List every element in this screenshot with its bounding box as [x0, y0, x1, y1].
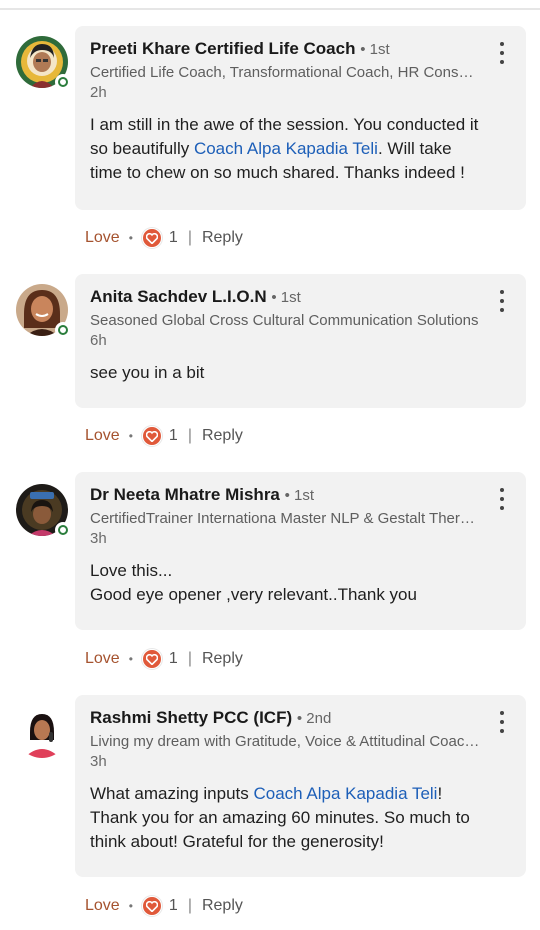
separator-dot: • — [128, 652, 133, 666]
reaction-count[interactable]: 1 — [169, 650, 178, 668]
action-divider: | — [187, 427, 192, 444]
separator-dot: • — [128, 231, 133, 245]
reaction-button[interactable]: Love — [85, 427, 120, 445]
author-headline: CertifiedTrainer Internationa Master NLP… — [90, 510, 480, 527]
comment-time: 2h — [90, 84, 107, 101]
author-name[interactable]: Dr Neeta Mhatre Mishra — [90, 485, 280, 504]
comment-actions: Love • 1 | Reply — [85, 647, 243, 671]
top-divider — [0, 8, 540, 10]
avatar[interactable] — [16, 36, 71, 90]
reply-button[interactable]: Reply — [202, 897, 243, 915]
mention-link[interactable]: Coach Alpa Kapadia Teli — [253, 784, 437, 803]
avatar[interactable] — [16, 484, 71, 538]
comment-text: Love this... Good eye opener ,very relev… — [90, 561, 417, 604]
more-options-icon[interactable] — [492, 290, 512, 312]
reply-button[interactable]: Reply — [202, 650, 243, 668]
comment-bubble: Preeti Khare Certified Life Coach • 1st … — [75, 26, 526, 210]
reaction-count[interactable]: 1 — [169, 229, 178, 247]
connection-degree: • 1st — [271, 289, 301, 306]
avatar[interactable] — [16, 706, 68, 758]
more-options-icon[interactable] — [492, 42, 512, 64]
comment-bubble: Rashmi Shetty PCC (ICF) • 2nd Living my … — [75, 695, 526, 877]
comment-time: 3h — [90, 753, 107, 770]
reaction-count[interactable]: 1 — [169, 897, 178, 915]
comment-text: I am still in the awe of the session. Yo… — [90, 115, 479, 182]
heart-reaction-icon[interactable] — [141, 896, 162, 916]
comment-bubble: Anita Sachdev L.I.O.N • 1st Seasoned Glo… — [75, 274, 526, 408]
more-options-icon[interactable] — [492, 488, 512, 510]
more-options-icon[interactable] — [492, 711, 512, 733]
author-headline: Seasoned Global Cross Cultural Communica… — [90, 312, 479, 329]
online-status-icon — [55, 322, 71, 338]
comment-time: 6h — [90, 332, 107, 349]
author-name[interactable]: Preeti Khare Certified Life Coach — [90, 39, 355, 58]
reply-button[interactable]: Reply — [202, 427, 243, 445]
reaction-button[interactable]: Love — [85, 229, 120, 247]
comment-bubble: Dr Neeta Mhatre Mishra • 1st CertifiedTr… — [75, 472, 526, 630]
connection-degree: • 1st — [284, 487, 315, 504]
connection-degree: • 2nd — [296, 710, 332, 727]
heart-reaction-icon[interactable] — [141, 649, 162, 669]
author-headline: Living my dream with Gratitude, Voice & … — [90, 733, 480, 750]
author-name[interactable]: Anita Sachdev L.I.O.N — [90, 287, 267, 306]
comment-text: see you in a bit — [90, 363, 205, 382]
reply-button[interactable]: Reply — [202, 229, 243, 247]
action-divider: | — [187, 229, 192, 246]
author-name[interactable]: Rashmi Shetty PCC (ICF) — [90, 708, 292, 727]
avatar[interactable] — [16, 284, 71, 338]
comment-actions: Love • 1 | Reply — [85, 226, 243, 250]
heart-reaction-icon[interactable] — [141, 426, 162, 446]
online-status-icon — [55, 522, 71, 538]
mention-link[interactable]: Coach Alpa Kapadia Teli — [194, 139, 378, 158]
comment-text: What amazing inputs Coach Alpa Kapadia T… — [90, 784, 470, 851]
separator-dot: • — [128, 429, 133, 443]
heart-reaction-icon[interactable] — [141, 228, 162, 248]
author-headline: Certified Life Coach, Transformational C… — [90, 64, 480, 81]
reaction-button[interactable]: Love — [85, 650, 120, 668]
reaction-button[interactable]: Love — [85, 897, 120, 915]
reaction-count[interactable]: 1 — [169, 427, 178, 445]
comment-actions: Love • 1 | Reply — [85, 894, 243, 918]
separator-dot: • — [128, 899, 133, 913]
action-divider: | — [187, 650, 192, 667]
action-divider: | — [187, 897, 192, 914]
comment-actions: Love • 1 | Reply — [85, 424, 243, 448]
online-status-icon — [55, 74, 71, 90]
comment-time: 3h — [90, 530, 107, 547]
connection-degree: • 1st — [360, 41, 390, 58]
